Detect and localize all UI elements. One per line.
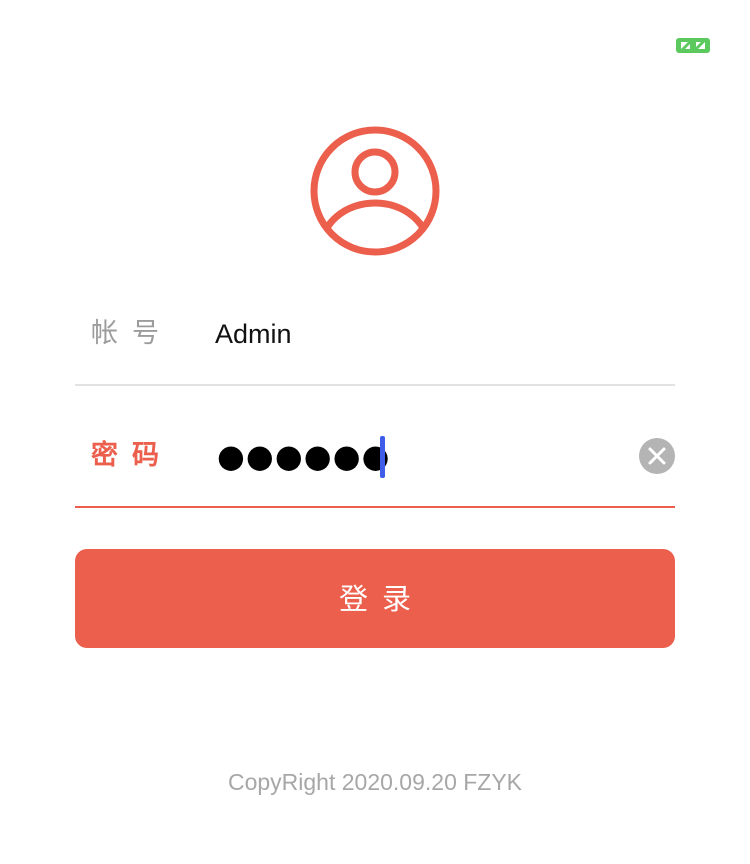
password-row: 密码 ●●●●●● — [75, 398, 675, 508]
account-row: 帐号 — [75, 276, 675, 386]
close-icon[interactable] — [639, 438, 675, 474]
expand-icon[interactable] — [676, 38, 710, 53]
copyright-text: CopyRight 2020.09.20 FZYK — [227, 769, 523, 795]
password-label: 密码 — [91, 440, 173, 471]
password-input[interactable]: ●●●●●● — [217, 438, 391, 474]
login-page: 帐号 密码 ●●●●●● 登录 CopyRight 2020.09.20 FZY… — [0, 0, 750, 864]
user-icon — [307, 123, 443, 259]
login-button[interactable]: 登录 — [75, 549, 675, 648]
text-caret — [380, 436, 385, 478]
account-label: 帐号 — [91, 318, 173, 349]
account-input[interactable] — [215, 316, 595, 352]
